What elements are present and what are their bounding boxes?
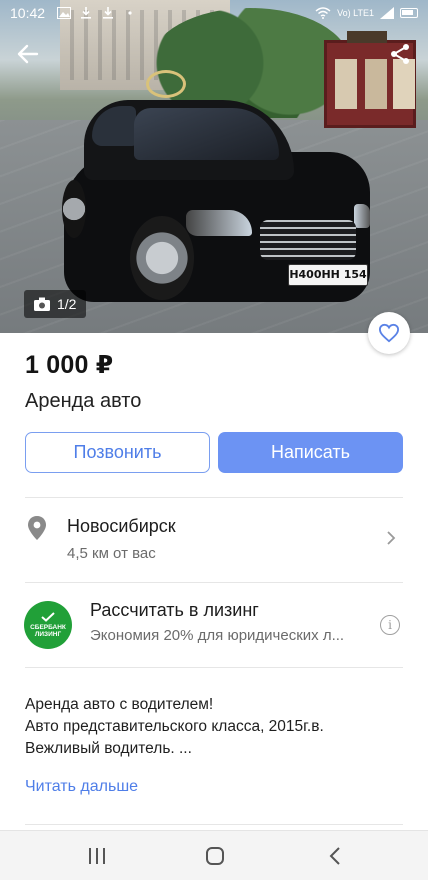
- photo-counter: 1/2: [24, 290, 87, 318]
- share-button[interactable]: [384, 38, 416, 70]
- back-button[interactable]: [12, 38, 44, 70]
- leasing-title: Рассчитать в лизинг: [90, 600, 259, 620]
- status-bar: 10:42 Vo) LTE1: [0, 0, 428, 26]
- more-dots-icon: [128, 11, 132, 15]
- back-icon: [329, 847, 340, 865]
- sber-check-icon: [41, 612, 55, 622]
- home-icon: [206, 847, 224, 865]
- wifi-icon: [315, 7, 331, 19]
- status-right: Vo) LTE1: [315, 7, 418, 19]
- status-time: 10:42: [10, 5, 46, 21]
- signal-icon: [380, 7, 394, 19]
- system-nav-bar: [0, 830, 428, 880]
- car-headlight-right: [354, 204, 370, 228]
- leasing-subtitle: Экономия 20% для юридических л...: [90, 627, 345, 644]
- photo-car: Н400НН 154: [62, 70, 374, 307]
- description-line: Вежливый водитель. ...: [25, 740, 192, 757]
- logo-line1: СБЕРБАНК: [30, 624, 66, 631]
- info-icon[interactable]: i: [380, 615, 400, 635]
- listing-description: Аренда авто с водителем! Авто представит…: [25, 694, 324, 760]
- battery-icon: [400, 8, 418, 18]
- location-pin-icon: [28, 516, 46, 540]
- location-row[interactable]: Новосибирск 4,5 км от вас: [0, 498, 428, 582]
- listing-price: 1 000 ₽: [25, 351, 114, 379]
- download-icon: [103, 7, 114, 19]
- divider: [25, 667, 403, 668]
- location-city: Новосибирск: [67, 516, 176, 536]
- car-headlight: [186, 210, 252, 236]
- wedding-rings-decor: [146, 70, 186, 98]
- download-icon: [81, 7, 92, 19]
- image-icon: [57, 7, 72, 19]
- heart-icon: [378, 323, 400, 343]
- listing-photo[interactable]: Н400НН 154: [0, 0, 428, 333]
- car-windshield: [134, 108, 279, 160]
- leasing-row[interactable]: СБЕРБАНК ЛИЗИНГ Рассчитать в лизинг Экон…: [0, 583, 428, 667]
- recents-button[interactable]: [86, 845, 108, 867]
- listing-title: Аренда авто: [25, 390, 142, 412]
- car-front-wheel: [130, 216, 194, 300]
- camera-icon: [34, 297, 50, 311]
- system-back-button[interactable]: [324, 845, 346, 867]
- arrow-left-icon: [17, 44, 39, 64]
- car-grille: [260, 220, 356, 260]
- call-button[interactable]: Позвонить: [25, 432, 210, 473]
- divider: [25, 824, 403, 825]
- car-rear-wheel: [62, 180, 86, 238]
- location-distance: 4,5 км от вас: [67, 545, 156, 562]
- favorite-button[interactable]: [368, 312, 410, 354]
- home-button[interactable]: [204, 845, 226, 867]
- sberbank-leasing-logo: СБЕРБАНК ЛИЗИНГ: [24, 601, 72, 649]
- network-label: Vo) LTE1: [337, 8, 374, 18]
- description-line: Аренда авто с водителем!: [25, 696, 214, 713]
- recents-icon: [89, 848, 105, 864]
- license-plate: Н400НН 154: [288, 264, 368, 286]
- photo-counter-text: 1/2: [57, 296, 77, 312]
- share-icon: [391, 44, 409, 64]
- write-button[interactable]: Написать: [218, 432, 403, 473]
- logo-line2: ЛИЗИНГ: [34, 631, 62, 638]
- description-line: Авто представительского класса, 2015г.в.: [25, 718, 324, 735]
- read-more-link[interactable]: Читать дальше: [25, 778, 138, 796]
- chevron-right-icon: [387, 531, 396, 545]
